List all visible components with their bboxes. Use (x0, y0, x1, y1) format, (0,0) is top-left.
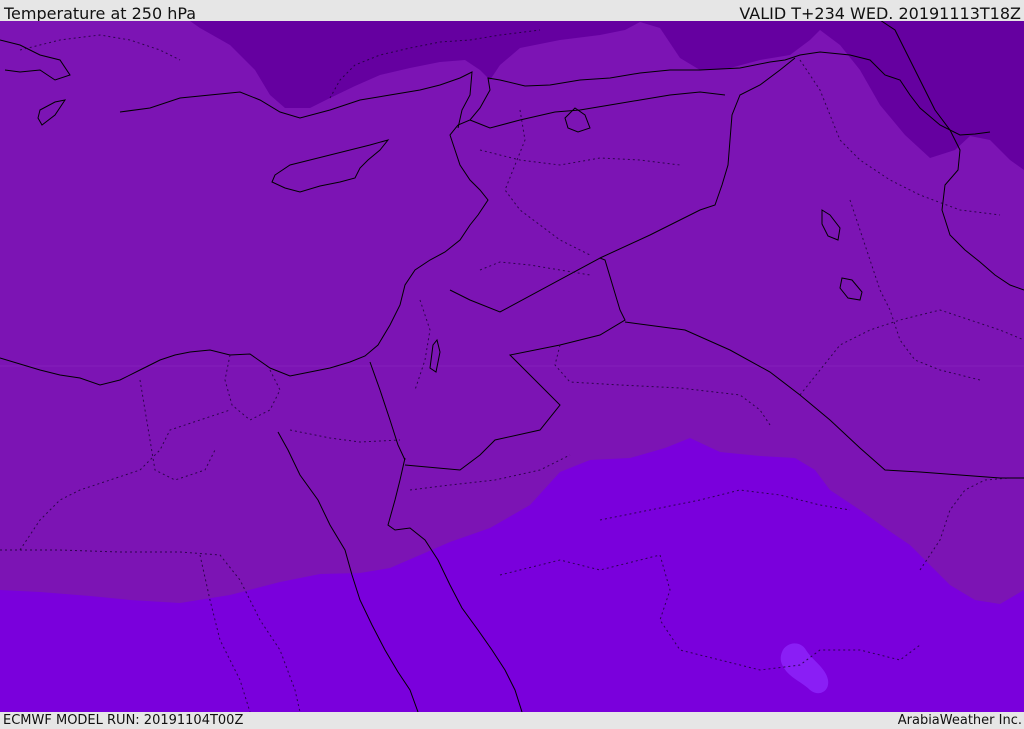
weather-map (0, 21, 1024, 712)
credit-label: ArabiaWeather Inc. (897, 713, 1022, 728)
model-run-label: ECMWF MODEL RUN: 20191104T00Z (3, 713, 244, 728)
footer-bar: ECMWF MODEL RUN: 20191104T00Z ArabiaWeat… (0, 712, 1024, 729)
header-bar: Temperature at 250 hPa VALID T+234 WED. … (0, 0, 1024, 23)
map-viewer: Temperature at 250 hPa VALID T+234 WED. … (0, 0, 1024, 729)
temperature-map-svg (0, 21, 1024, 712)
